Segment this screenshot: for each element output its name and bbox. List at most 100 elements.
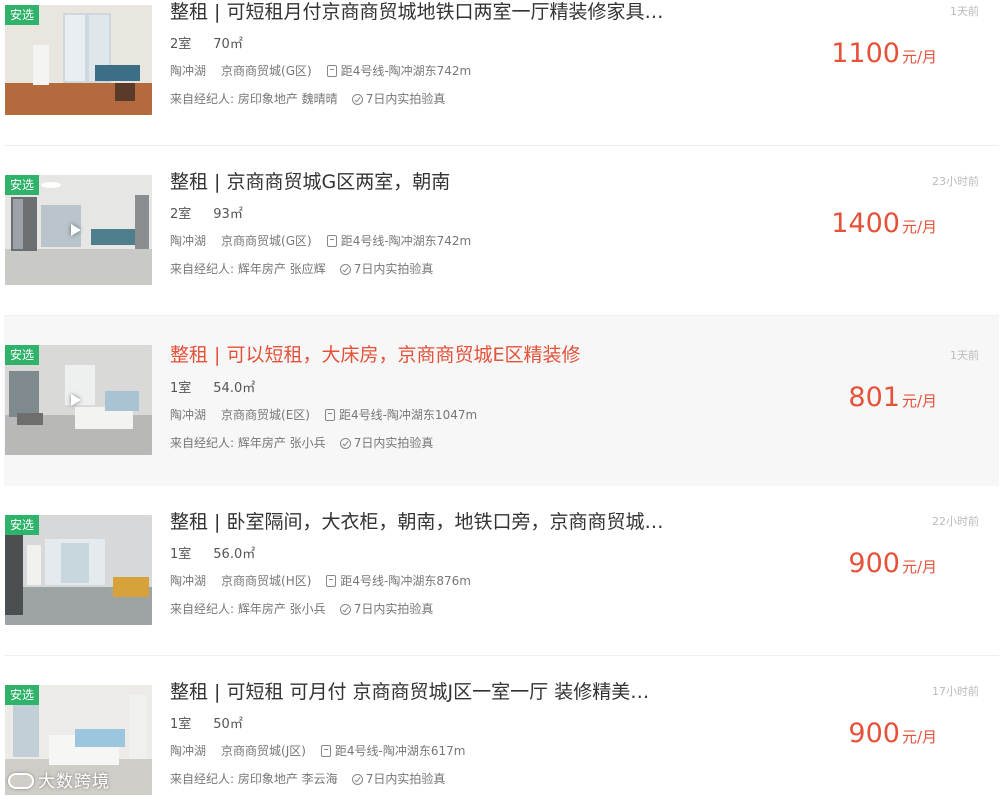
community-link[interactable]: 京商商贸城(H区) xyxy=(221,574,311,588)
price-value: 1400 xyxy=(831,208,900,239)
listing-specs: 1室 54.0㎡ xyxy=(170,377,277,396)
listing-specs: 2室 70㎡ xyxy=(170,33,265,52)
subway-icon xyxy=(326,575,337,587)
room-count: 1室 xyxy=(170,381,192,396)
room-count: 2室 xyxy=(170,207,192,222)
agent-info: 来自经纪人: 房印象地产 魏晴晴 7日内实拍验真 xyxy=(170,90,445,107)
listing-item[interactable]: 安选 整租 | 京商商贸城G区两室，朝南 2室 93㎡ 陶冲湖 京商商贸城(G区) 距… xyxy=(4,170,999,308)
agent-info: 来自经纪人: 辉年房产 张小兵 7日内实拍验真 xyxy=(170,600,433,617)
anxuan-badge: 安选 xyxy=(5,345,40,365)
listing-price: 1400 元/月 xyxy=(831,208,937,239)
district-link[interactable]: 陶冲湖 xyxy=(170,234,206,248)
subway-distance: 距4号线-陶冲湖东1047m xyxy=(338,408,478,422)
area: 56.0㎡ xyxy=(213,547,256,562)
verified-label: 7日内实拍验真 xyxy=(353,436,434,450)
price-unit: 元/月 xyxy=(901,728,937,746)
listing-location: 陶冲湖 京商商贸城(J区) 距4号线-陶冲湖东617m xyxy=(170,742,465,759)
verified-label: 7日内实拍验真 xyxy=(365,772,446,786)
room-count: 1室 xyxy=(170,547,192,562)
listing-price: 801 元/月 xyxy=(848,382,937,413)
listing-title[interactable]: 整租 | 卧室隔间，大衣柜，朝南，地铁口旁，京商商贸城… xyxy=(170,510,663,534)
listing-specs: 1室 50㎡ xyxy=(170,713,265,732)
room-count: 2室 xyxy=(170,37,192,52)
check-circle-icon xyxy=(339,264,351,275)
subway-distance: 距4号线-陶冲湖东742m xyxy=(340,234,472,248)
price-value: 1100 xyxy=(831,38,900,69)
listing-specs: 1室 56.0㎡ xyxy=(170,543,277,562)
area: 50㎡ xyxy=(213,717,243,732)
district-link[interactable]: 陶冲湖 xyxy=(170,64,206,78)
check-circle-icon xyxy=(351,94,363,105)
district-link[interactable]: 陶冲湖 xyxy=(170,574,206,588)
watermark: 大数跨境 xyxy=(8,767,110,792)
subway-distance: 距4号线-陶冲湖东876m xyxy=(340,574,471,588)
listing-price: 1100 元/月 xyxy=(831,38,937,69)
district-link[interactable]: 陶冲湖 xyxy=(170,744,206,758)
listing-specs: 2室 93㎡ xyxy=(170,203,265,222)
agent-name: 来自经纪人: 辉年房产 张小兵 xyxy=(170,436,326,450)
agent-info: 来自经纪人: 辉年房产 张应辉 7日内实拍验真 xyxy=(170,260,433,277)
listing-title[interactable]: 整租 | 可短租月付京商商贸城地铁口两室一厅精装修家具… xyxy=(170,0,663,24)
community-link[interactable]: 京商商贸城(G区) xyxy=(221,64,312,78)
subway-icon xyxy=(324,409,335,421)
area: 70㎡ xyxy=(213,37,243,52)
price-value: 900 xyxy=(848,548,900,579)
anxuan-badge: 安选 xyxy=(5,5,40,25)
price-value: 900 xyxy=(848,718,900,749)
subway-distance: 距4号线-陶冲湖东742m xyxy=(340,64,472,78)
room-count: 1室 xyxy=(170,717,192,732)
agent-name: 来自经纪人: 辉年房产 张应辉 xyxy=(170,262,326,276)
publish-time: 23小时前 xyxy=(932,175,979,188)
publish-time: 22小时前 xyxy=(932,515,979,528)
listing-photo[interactable]: 安选 xyxy=(5,345,152,455)
watermark-text: 大数跨境 xyxy=(38,772,110,792)
price-unit: 元/月 xyxy=(901,48,937,66)
listing-location: 陶冲湖 京商商贸城(G区) 距4号线-陶冲湖东742m xyxy=(170,232,471,249)
price-unit: 元/月 xyxy=(901,558,937,576)
listing-title[interactable]: 整租 | 京商商贸城G区两室，朝南 xyxy=(170,170,450,194)
area: 54.0㎡ xyxy=(213,381,256,396)
listing-location: 陶冲湖 京商商贸城(G区) 距4号线-陶冲湖东742m xyxy=(170,62,471,79)
listing-photo[interactable]: 安选 xyxy=(5,175,152,285)
listing-item[interactable]: 安选 整租 | 可短租月付京商商贸城地铁口两室一厅精装修家具… 2室 70㎡ 陶冲… xyxy=(4,0,999,138)
play-video-icon[interactable] xyxy=(71,394,81,406)
anxuan-badge: 安选 xyxy=(5,685,40,705)
price-unit: 元/月 xyxy=(901,392,937,410)
listing-photo[interactable]: 安选 xyxy=(5,5,152,115)
price-value: 801 xyxy=(848,382,900,413)
anxuan-badge: 安选 xyxy=(5,175,40,195)
listing-title[interactable]: 整租 | 可以短租，大床房，京商商贸城E区精装修 xyxy=(170,343,581,367)
district-link[interactable]: 陶冲湖 xyxy=(170,408,206,422)
verified-label: 7日内实拍验真 xyxy=(365,92,446,106)
subway-icon xyxy=(326,235,337,247)
publish-time: 17小时前 xyxy=(932,685,979,698)
subway-icon xyxy=(320,745,331,757)
subway-icon xyxy=(326,65,337,77)
anxuan-badge: 安选 xyxy=(5,515,40,535)
divider xyxy=(4,145,999,146)
listing-location: 陶冲湖 京商商贸城(E区) 距4号线-陶冲湖东1047m xyxy=(170,406,477,423)
listing-item[interactable]: 安选 整租 | 可短租 可月付 京商商贸城J区一室一厅 装修精美… 1室 50㎡ … xyxy=(4,680,999,801)
divider xyxy=(4,655,999,656)
check-circle-icon xyxy=(339,438,351,449)
listing-item[interactable]: 安选 整租 | 卧室隔间，大衣柜，朝南，地铁口旁，京商商贸城… 1室 56.0㎡ … xyxy=(4,510,999,648)
agent-name: 来自经纪人: 房印象地产 李云海 xyxy=(170,772,338,786)
listing-photo[interactable]: 安选 xyxy=(5,515,152,625)
community-link[interactable]: 京商商贸城(J区) xyxy=(221,744,306,758)
listing-item-hovered[interactable]: 安选 整租 | 可以短租，大床房，京商商贸城E区精装修 1室 54.0㎡ 陶冲湖 京… xyxy=(4,316,999,486)
listing-title[interactable]: 整租 | 可短租 可月付 京商商贸城J区一室一厅 装修精美… xyxy=(170,680,649,704)
play-video-icon[interactable] xyxy=(71,224,81,236)
check-circle-icon xyxy=(351,774,363,785)
area: 93㎡ xyxy=(213,207,243,222)
subway-distance: 距4号线-陶冲湖东617m xyxy=(334,744,466,758)
listing-location: 陶冲湖 京商商贸城(H区) 距4号线-陶冲湖东876m xyxy=(170,572,471,589)
check-circle-icon xyxy=(339,604,351,615)
publish-time: 1天前 xyxy=(950,349,979,362)
community-link[interactable]: 京商商贸城(E区) xyxy=(221,408,310,422)
agent-name: 来自经纪人: 辉年房产 张小兵 xyxy=(170,602,326,616)
agent-info: 来自经纪人: 辉年房产 张小兵 7日内实拍验真 xyxy=(170,434,433,451)
watermark-logo-icon xyxy=(8,773,34,789)
publish-time: 1天前 xyxy=(950,5,979,18)
verified-label: 7日内实拍验真 xyxy=(353,602,434,616)
community-link[interactable]: 京商商贸城(G区) xyxy=(221,234,312,248)
